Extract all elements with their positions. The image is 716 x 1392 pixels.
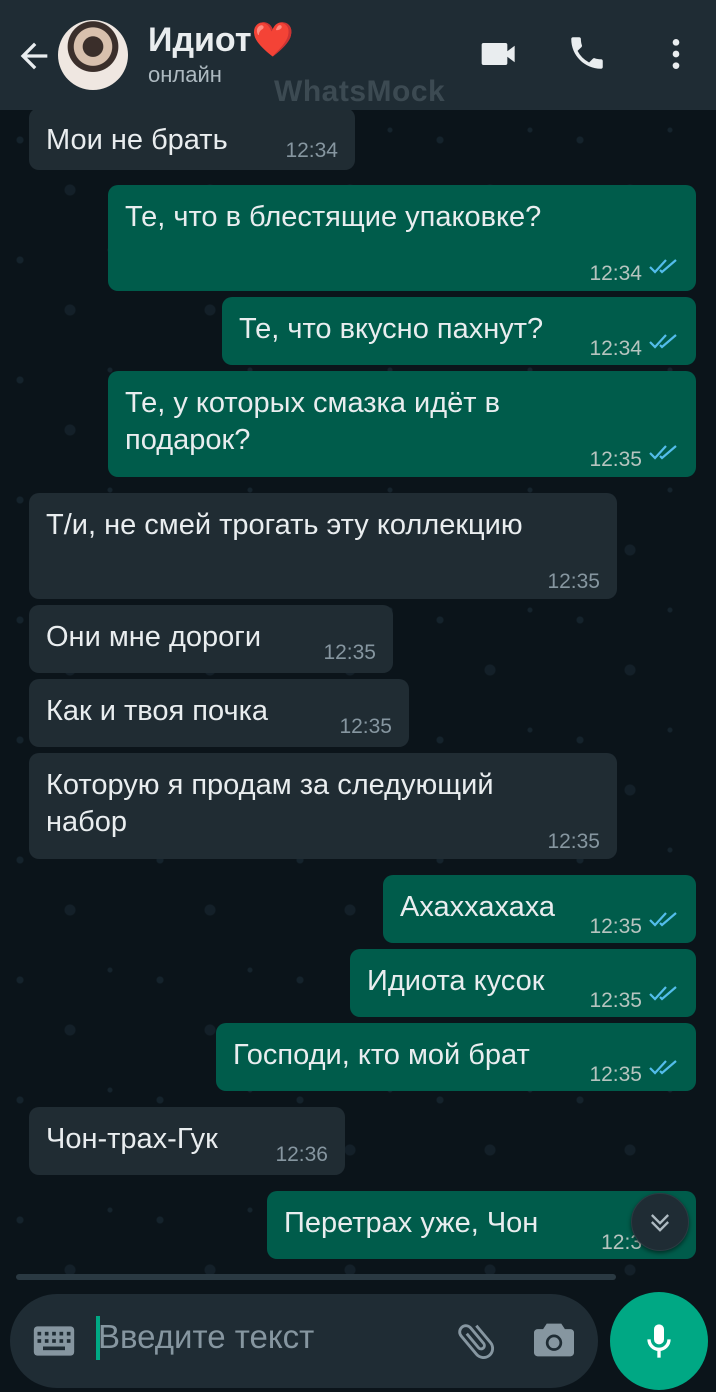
message-time: 12:35	[547, 570, 600, 593]
message-text: Они мне дороги	[46, 621, 262, 653]
scroll-to-bottom-button[interactable]	[631, 1193, 689, 1251]
message-time: 12:35	[589, 915, 642, 938]
message-input-bar[interactable]: Введите текст	[10, 1294, 598, 1388]
message-outgoing[interactable]: Ахаххахаха 12:35	[383, 875, 696, 943]
voice-record-button[interactable]	[610, 1292, 708, 1390]
message-outgoing[interactable]: Те, у которых смазка идёт в подарок? 12:…	[108, 371, 696, 477]
message-incoming[interactable]: Как и твоя почка 12:35	[29, 679, 409, 747]
double-check-icon	[649, 259, 677, 274]
message-time: 12:35	[339, 715, 392, 738]
message-text: Те, у которых смазка идёт в подарок?	[125, 387, 501, 456]
watermark: WhatsMock	[274, 75, 446, 108]
message-text: Которую я продам за следующий набор	[46, 769, 494, 838]
double-check-icon	[649, 445, 677, 460]
scroll-divider	[16, 1274, 616, 1280]
message-text: Мои не брать	[46, 124, 228, 156]
message-incoming[interactable]: Которую я продам за следующий набор 12:3…	[29, 753, 617, 859]
message-time: 12:36	[275, 1143, 328, 1166]
message-text: Идиота кусок	[367, 965, 545, 997]
message-incoming[interactable]: Они мне дороги 12:35	[29, 605, 393, 673]
camera-icon[interactable]	[532, 1320, 576, 1360]
double-check-icon	[649, 334, 677, 349]
message-outgoing[interactable]: Идиота кусок 12:35	[350, 949, 696, 1017]
more-vert-icon[interactable]	[656, 32, 696, 76]
chat-header: Идиот❤️ онлайн WhatsMock	[0, 0, 716, 110]
back-arrow-icon[interactable]	[14, 36, 54, 76]
message-text: Те, что в блестящие упаковке?	[125, 201, 542, 233]
message-time: 12:35	[589, 1063, 642, 1086]
double-check-icon	[649, 912, 677, 927]
video-call-icon[interactable]	[478, 32, 522, 76]
message-incoming[interactable]: Чон-трах-Гук 12:36	[29, 1107, 345, 1175]
message-time: 12:34	[285, 139, 338, 162]
contact-status: онлайн	[148, 62, 222, 87]
message-outgoing[interactable]: Те, что вкусно пахнут? 12:34	[222, 297, 696, 365]
phone-icon[interactable]	[566, 32, 608, 74]
mic-icon	[647, 1324, 671, 1358]
chevron-double-down-icon	[651, 1214, 669, 1232]
contact-name[interactable]: Идиот❤️	[148, 20, 294, 60]
avatar[interactable]	[58, 20, 128, 90]
message-text: Ахаххахаха	[400, 891, 556, 923]
message-text: Как и твоя почка	[46, 695, 269, 727]
double-check-icon	[649, 1060, 677, 1075]
message-incoming[interactable]: Мои не брать 12:34	[29, 110, 355, 170]
message-time: 12:34	[589, 262, 642, 285]
message-text: Т/и, не смей трогать эту коллекцию	[46, 509, 523, 541]
message-outgoing[interactable]: Господи, кто мой брат 12:35	[216, 1023, 696, 1091]
message-input-placeholder[interactable]: Введите текст	[98, 1318, 314, 1356]
heart-emoji: ❤️	[251, 21, 294, 59]
chat-area[interactable]: Мои не брать 12:34 Те, что в блестящие у…	[0, 110, 716, 1280]
message-text: Господи, кто мой брат	[233, 1039, 530, 1071]
message-text: Перетрах уже, Чон	[284, 1207, 539, 1239]
message-time: 12:35	[547, 830, 600, 853]
attach-icon[interactable]	[453, 1318, 499, 1364]
message-outgoing[interactable]: Те, что в блестящие упаковке? 12:34	[108, 185, 696, 291]
message-text: Чон-трах-Гук	[46, 1123, 218, 1155]
message-incoming[interactable]: Т/и, не смей трогать эту коллекцию 12:35	[29, 493, 617, 599]
message-time: 12:34	[589, 337, 642, 360]
keyboard-icon[interactable]	[32, 1324, 76, 1358]
contact-name-text: Идиот	[148, 21, 252, 59]
message-time: 12:35	[589, 989, 642, 1012]
message-text: Те, что вкусно пахнут?	[239, 313, 544, 345]
message-time: 12:35	[589, 448, 642, 471]
message-time: 12:35	[323, 641, 376, 664]
double-check-icon	[649, 986, 677, 1001]
